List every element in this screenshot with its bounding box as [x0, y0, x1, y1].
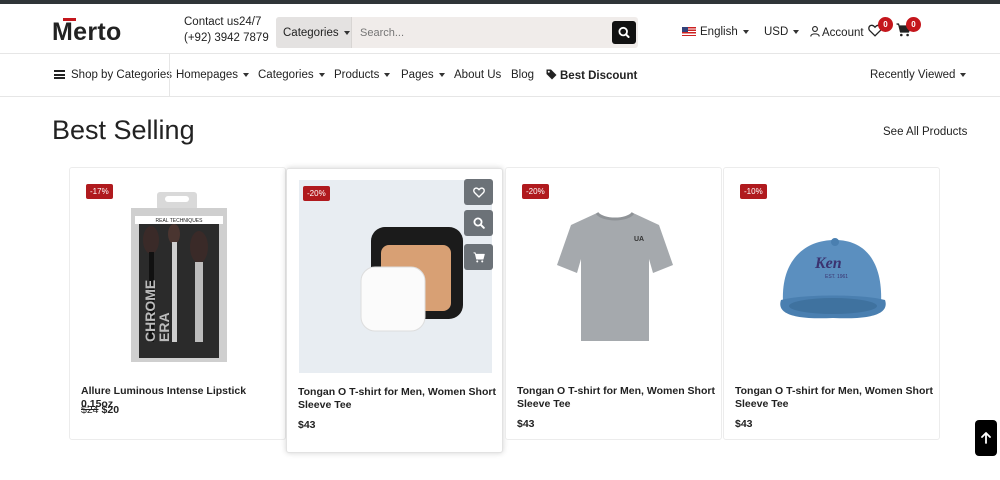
- cart-count-badge: 0: [906, 17, 921, 32]
- old-price: $24: [81, 404, 99, 416]
- nav-item-best-discount[interactable]: Best Discount: [546, 69, 637, 82]
- caret-down-icon: [742, 29, 749, 34]
- nav-label: Pages: [401, 69, 434, 81]
- section-title: Best Selling: [52, 115, 195, 145]
- powder-compact-image: [360, 226, 463, 331]
- main-nav: Shop by Categories Homepages Categories …: [0, 54, 1000, 97]
- quick-view-button[interactable]: [464, 210, 493, 236]
- account-link[interactable]: Account: [810, 26, 864, 39]
- nav-item-homepages[interactable]: Homepages: [176, 69, 250, 81]
- current-price: $43: [735, 418, 753, 430]
- nav-item-categories[interactable]: Categories: [258, 69, 325, 81]
- currency-selector[interactable]: USD: [764, 26, 800, 38]
- product-card[interactable]: UA -20% Tongan O T-shirt for Men, Women …: [505, 167, 722, 440]
- logo-accent: [63, 18, 76, 21]
- arrow-up-icon: [981, 432, 991, 444]
- caret-down-icon: [318, 72, 325, 77]
- product-image[interactable]: REAL TECHNIQUES CHROME ERA: [82, 180, 275, 373]
- product-image[interactable]: Ken EST. 1961: [736, 180, 929, 373]
- grey-tshirt-image: UA: [556, 211, 673, 341]
- discount-badge: -20%: [522, 184, 549, 199]
- contact-phone: (+92) 3942 7879: [184, 32, 269, 44]
- nav-item-products[interactable]: Products: [334, 69, 391, 81]
- see-all-products-link[interactable]: See All Products: [883, 126, 967, 138]
- product-name[interactable]: Tongan O T-shirt for Men, Women Short Sl…: [735, 385, 935, 411]
- svg-text:Ken: Ken: [814, 255, 842, 272]
- caret-down-icon: [243, 72, 250, 77]
- add-to-wishlist-button[interactable]: [464, 179, 493, 205]
- nav-item-blog[interactable]: Blog: [511, 69, 534, 81]
- recently-viewed-label: Recently Viewed: [870, 69, 956, 81]
- heart-icon: [472, 186, 485, 198]
- svg-text:REAL TECHNIQUES: REAL TECHNIQUES: [155, 218, 203, 224]
- svg-text:ERA: ERA: [156, 312, 172, 342]
- product-card[interactable]: Ken EST. 1961 -10% Tongan O T-shirt for …: [723, 167, 940, 440]
- product-price: $43: [298, 419, 316, 431]
- recently-viewed-dropdown[interactable]: Recently Viewed: [870, 69, 967, 81]
- cart-icon: [473, 251, 485, 262]
- us-flag-icon: [682, 27, 696, 37]
- shop-by-label: Shop by Categories: [71, 69, 173, 81]
- shop-by-categories-button[interactable]: Shop by Categories: [54, 69, 172, 81]
- site-header: Merto Contact us24/7 (+92) 3942 7879 Cat…: [0, 4, 1000, 54]
- current-price: $43: [517, 418, 535, 430]
- discount-badge: -10%: [740, 184, 767, 199]
- search-category-dropdown[interactable]: Categories: [276, 17, 352, 48]
- svg-text:UA: UA: [634, 236, 644, 243]
- current-price: $20: [101, 404, 120, 416]
- nav-label: Homepages: [176, 69, 239, 81]
- svg-text:EST. 1961: EST. 1961: [825, 274, 848, 280]
- product-card[interactable]: -20% Tongan O T-shirt for Men, Women Sho…: [286, 168, 503, 453]
- product-price: $43: [517, 418, 535, 430]
- add-to-cart-button[interactable]: [464, 244, 493, 270]
- caret-down-icon: [384, 72, 391, 77]
- contact-info: Contact us24/7 (+92) 3942 7879: [184, 14, 269, 46]
- back-to-top-button[interactable]: [975, 420, 997, 456]
- currency-label: USD: [764, 26, 789, 38]
- makeup-brush-set-image: REAL TECHNIQUES CHROME ERA: [130, 191, 227, 362]
- product-name[interactable]: Tongan O T-shirt for Men, Women Short Sl…: [517, 385, 717, 411]
- product-price: $43: [735, 418, 753, 430]
- search-category-label: Categories: [283, 27, 339, 39]
- best-discount-label: Best Discount: [560, 70, 638, 82]
- search-button[interactable]: [612, 21, 636, 44]
- discount-badge: -17%: [86, 184, 113, 199]
- search-bar: Categories: [276, 17, 638, 48]
- nav-label: Products: [334, 69, 380, 81]
- nav-label: Categories: [258, 69, 314, 81]
- product-name[interactable]: Tongan O T-shirt for Men, Women Short Sl…: [298, 386, 498, 412]
- current-price: $43: [298, 419, 316, 431]
- language-selector[interactable]: English: [682, 26, 749, 38]
- product-image[interactable]: [299, 180, 492, 373]
- search-icon: [473, 217, 485, 229]
- site-logo[interactable]: Merto: [52, 18, 122, 47]
- tag-icon: [546, 69, 557, 80]
- caret-down-icon: [343, 30, 350, 35]
- caret-down-icon: [960, 72, 967, 77]
- search-input[interactable]: [354, 17, 609, 48]
- product-image[interactable]: UA: [518, 180, 711, 373]
- caret-down-icon: [793, 29, 800, 34]
- blue-cap-image: Ken EST. 1961: [779, 237, 886, 318]
- product-card[interactable]: REAL TECHNIQUES CHROME ERA -17% Allure L…: [69, 167, 286, 440]
- product-price: $24 $20: [81, 404, 119, 416]
- account-label: Account: [822, 27, 864, 39]
- menu-icon: [54, 70, 65, 79]
- discount-badge: -20%: [303, 186, 330, 201]
- wishlist-count-badge: 0: [878, 17, 893, 32]
- search-icon: [618, 26, 630, 38]
- contact-label: Contact us24/7: [184, 16, 262, 28]
- user-icon: [810, 26, 820, 37]
- nav-item-pages[interactable]: Pages: [401, 69, 445, 81]
- caret-down-icon: [438, 72, 445, 77]
- nav-item-about-us[interactable]: About Us: [454, 69, 501, 81]
- nav-divider: [169, 54, 170, 96]
- language-label: English: [700, 26, 738, 38]
